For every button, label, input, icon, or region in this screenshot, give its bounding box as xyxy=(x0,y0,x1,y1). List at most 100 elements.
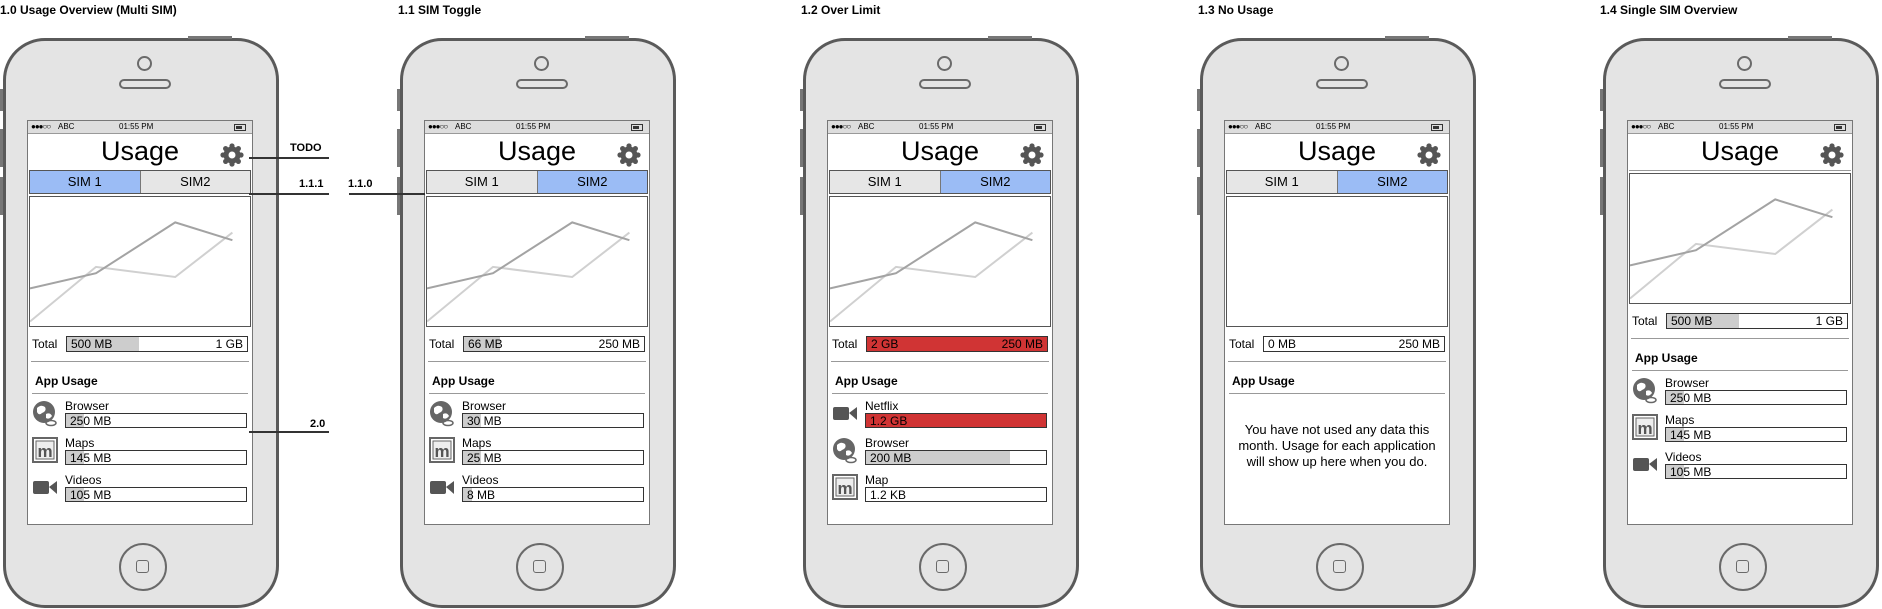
app-usage-row[interactable]: Browser 200 MB xyxy=(828,431,1052,468)
video-camera-icon xyxy=(1631,450,1659,478)
app-usage-bar: 145 MB xyxy=(1665,427,1847,442)
app-usage-row[interactable]: Videos 105 MB xyxy=(28,468,252,505)
app-usage-row[interactable]: Browser 30 MB xyxy=(425,394,649,431)
usage-chart xyxy=(29,196,251,327)
app-usage-heading: App Usage xyxy=(428,361,646,393)
volume-button xyxy=(0,177,3,215)
earpiece-speaker xyxy=(1316,79,1368,89)
earpiece-speaker xyxy=(1719,79,1771,89)
battery-icon xyxy=(1431,124,1443,131)
gear-icon[interactable] xyxy=(1417,141,1441,167)
gear-icon[interactable] xyxy=(220,141,244,167)
app-usage-row[interactable]: Videos 8 MB xyxy=(425,468,649,505)
maps-icon: m xyxy=(831,473,859,501)
front-camera xyxy=(1334,56,1349,71)
total-usage-row: Total 500 MB 1 GB xyxy=(28,332,252,356)
phone-frame: ●●●○○ ABC 01:55 PM Usage SIM 1 SIM2 Total 0 MB 2… xyxy=(1197,36,1476,608)
status-time: 01:55 PM xyxy=(1719,122,1754,131)
tab-sim-2[interactable]: SIM2 xyxy=(139,171,250,193)
screen-title: 1.4 Single SIM Overview xyxy=(1600,3,1738,17)
sim-tabs: SIM 1 SIM2 xyxy=(1226,170,1448,194)
volume-button xyxy=(800,89,803,111)
total-usage-row: Total 0 MB 250 MB xyxy=(1225,332,1449,356)
carrier-name: ABC xyxy=(455,122,472,131)
annotation-1-1-1-line xyxy=(249,193,329,195)
globe-icon xyxy=(831,436,859,464)
app-usage-row[interactable]: m Maps 145 MB xyxy=(28,431,252,468)
app-usage-row[interactable]: Browser 250 MB xyxy=(1628,371,1852,408)
total-usage-bar: 0 MB 250 MB xyxy=(1263,336,1445,352)
app-name: Netflix xyxy=(865,399,899,413)
app-usage-value: 105 MB xyxy=(1670,465,1712,479)
sim-tabs: SIM 1 SIM2 xyxy=(426,170,648,194)
app-usage-bar: 8 MB xyxy=(462,487,644,502)
total-used-value: 0 MB xyxy=(1268,337,1297,351)
total-label: Total xyxy=(832,337,858,351)
app-name: Browser xyxy=(462,399,507,413)
app-usage-row[interactable]: Videos 105 MB xyxy=(1628,445,1852,482)
annotation-1-1-0: 1.1.0 xyxy=(348,178,373,190)
phone-screen: ●●●○○ ABC 01:55 PM Usage SIM 1 SIM2 Total 500 M… xyxy=(27,120,253,525)
phone-frame: ●●●○○ ABC 01:55 PM Usage Total 500 MB 1 GB App … xyxy=(1600,36,1879,608)
status-bar: ●●●○○ ABC 01:55 PM xyxy=(1628,121,1852,134)
app-usage-row[interactable]: m Map 1.2 KB xyxy=(828,468,1052,505)
gear-icon[interactable] xyxy=(1020,141,1044,167)
app-usage-row[interactable]: Browser 250 MB xyxy=(28,394,252,431)
usage-line-chart xyxy=(30,221,234,323)
home-button[interactable] xyxy=(516,543,564,591)
total-usage-row: Total 2 GB 250 MB xyxy=(828,332,1052,356)
total-usage-row: Total 66 MB 250 MB xyxy=(425,332,649,356)
app-usage-row[interactable]: m Maps 145 MB xyxy=(1628,408,1852,445)
tab-sim-1[interactable]: SIM 1 xyxy=(1227,171,1337,193)
app-usage-bar: 200 MB xyxy=(865,450,1047,465)
app-usage-bar: 25 MB xyxy=(462,450,644,465)
annotation-todo-line xyxy=(249,157,329,159)
app-usage-value: 250 MB xyxy=(1670,391,1712,405)
app-usage-value: 30 MB xyxy=(467,414,502,428)
volume-button xyxy=(1197,177,1200,215)
total-label: Total xyxy=(32,337,58,351)
phone-screen: ●●●○○ ABC 01:55 PM Usage SIM 1 SIM2 Total 0 MB 2… xyxy=(1224,120,1450,525)
volume-button xyxy=(0,89,3,111)
app-usage-row[interactable]: m Maps 25 MB xyxy=(425,431,649,468)
volume-button xyxy=(800,177,803,215)
app-name: Videos xyxy=(1665,450,1702,464)
svg-text:m: m xyxy=(434,442,449,461)
status-time: 01:55 PM xyxy=(919,122,954,131)
home-button[interactable] xyxy=(1719,543,1767,591)
earpiece-speaker xyxy=(516,79,568,89)
app-title-bar: Usage xyxy=(425,134,649,168)
app-usage-row[interactable]: Netflix 1.2 GB xyxy=(828,394,1052,431)
screen-title: 1.0 Usage Overview (Multi SIM) xyxy=(0,3,177,17)
total-used-value: 500 MB xyxy=(1671,314,1713,328)
annotation-1-1-1: 1.1.1 xyxy=(299,178,324,190)
front-camera xyxy=(534,56,549,71)
gear-icon[interactable] xyxy=(617,141,641,167)
tab-sim-1[interactable]: SIM 1 xyxy=(30,171,140,193)
front-camera xyxy=(1737,56,1752,71)
tab-sim-1[interactable]: SIM 1 xyxy=(830,171,940,193)
home-button-square xyxy=(1736,560,1749,573)
tab-sim-2[interactable]: SIM2 xyxy=(536,171,647,193)
total-limit-value: 250 MB xyxy=(598,337,640,351)
total-used-value: 66 MB xyxy=(468,337,503,351)
home-button[interactable] xyxy=(1316,543,1364,591)
video-camera-icon xyxy=(31,473,59,501)
gear-icon[interactable] xyxy=(1820,141,1844,167)
signal-strength: ●●●○○ xyxy=(428,122,448,131)
annotation-1-1-0-line xyxy=(349,193,425,195)
signal-strength: ●●●○○ xyxy=(1631,122,1651,131)
video-camera-icon xyxy=(831,399,859,427)
power-button xyxy=(1385,36,1429,39)
tab-sim-1[interactable]: SIM 1 xyxy=(427,171,537,193)
svg-text:m: m xyxy=(37,442,52,461)
home-button[interactable] xyxy=(919,543,967,591)
home-button[interactable] xyxy=(119,543,167,591)
total-usage-bar: 66 MB 250 MB xyxy=(463,336,645,352)
carrier-name: ABC xyxy=(858,122,875,131)
page-title: Usage xyxy=(1297,136,1377,166)
status-bar: ●●●○○ ABC 01:55 PM xyxy=(828,121,1052,134)
tab-sim-2[interactable]: SIM2 xyxy=(939,171,1050,193)
tab-sim-2[interactable]: SIM2 xyxy=(1336,171,1447,193)
app-usage-value: 1.2 KB xyxy=(870,488,907,502)
